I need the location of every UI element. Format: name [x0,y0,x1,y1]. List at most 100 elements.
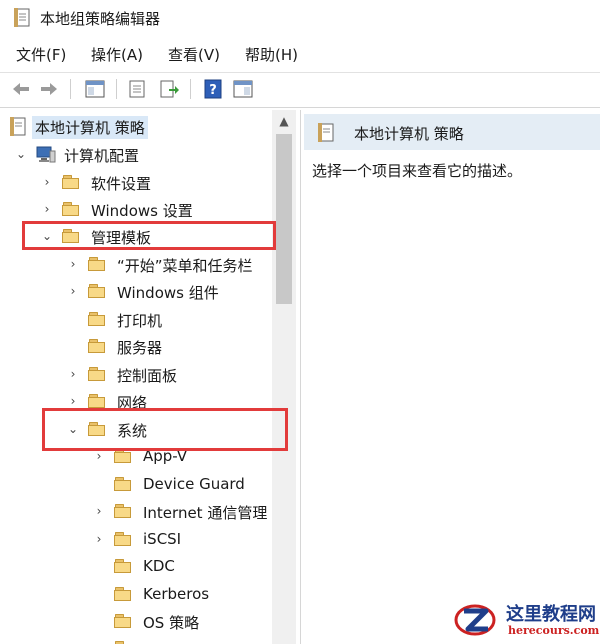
computer-icon [36,145,56,163]
tree-label: 服务器 [117,339,163,357]
tree-label: Kerberos [143,585,210,603]
folder-icon [62,200,82,218]
tree-item-system[interactable]: ⌄ 系统 [0,417,272,443]
tree-label: Windows 设置 [91,202,193,220]
chevron-right-icon[interactable]: › [66,283,80,299]
chevron-right-icon[interactable]: › [92,448,106,464]
help-icon[interactable]: ? [202,78,224,100]
back-icon[interactable] [10,78,32,100]
show-hide-tree-icon[interactable] [84,78,106,100]
folder-icon [114,612,134,630]
watermark-name: 这里教程网 [506,604,596,625]
folder-icon [88,282,108,300]
folder-icon [114,557,134,575]
chevron-right-icon[interactable]: › [92,531,106,547]
folder-icon [88,337,108,355]
folder-icon [114,639,134,644]
tree-item-computer-config[interactable]: ⌄ 计算机配置 [0,142,272,168]
chevron-right-icon[interactable]: › [66,366,80,382]
window-title: 本地组策略编辑器 [40,10,161,28]
folder-icon [114,530,134,548]
folder-icon [62,173,82,191]
tree-label: Windows 组件 [117,284,219,302]
chevron-down-icon[interactable]: ⌄ [66,421,80,437]
tree-root[interactable]: 本地计算机 策略 [0,114,272,140]
watermark: 这里教程网 herecours.com [448,597,600,644]
tree-label: “开始”菜单和任务栏 [117,257,253,275]
folder-icon [88,420,108,438]
details-header: 本地计算机 策略 [304,114,600,150]
chevron-right-icon[interactable]: › [66,256,80,272]
scroll-thumb[interactable] [276,134,292,304]
chevron-right-icon[interactable]: › [40,174,54,190]
svg-text:?: ? [209,83,217,98]
details-description: 选择一个项目来查看它的描述。 [312,162,523,180]
tree-label: 网络 [117,394,148,412]
toolbar: ? [0,72,600,108]
folder-icon [88,365,108,383]
menu-bar: 文件(F) 操作(A) 查看(V) 帮助(H) [0,40,600,68]
tree-label: 打印机 [117,312,163,330]
tree-label: 系统 [117,422,148,440]
tree-label: 本地计算机 策略 [32,116,148,139]
tree-item-control-panel[interactable]: › 控制面板 [0,362,272,388]
show-hide-action-pane-icon[interactable] [232,78,254,100]
tree-item-kdc[interactable]: KDC [0,554,272,580]
tree-pane[interactable]: 本地计算机 策略 ⌄ 计算机配置 › 软件设置 › Windows 设置 ⌄ 管… [0,110,301,644]
watermark-logo-icon [454,601,496,639]
chevron-right-icon[interactable]: › [92,503,106,519]
tree-scrollbar[interactable]: ▲ [272,110,296,644]
folder-icon [114,585,134,603]
forward-icon[interactable] [38,78,60,100]
policy-editor-icon [14,8,32,32]
policy-document-icon [10,117,30,136]
folder-icon [114,502,134,520]
tree-label: 管理模板 [91,229,152,247]
tree-item-os-policy[interactable]: OS 策略 [0,609,272,635]
details-title: 本地计算机 策略 [354,125,464,143]
title-bar: 本地组策略编辑器 [0,0,600,36]
folder-icon [88,392,108,410]
tree-item-internet-comm[interactable]: › Internet 通信管理 [0,499,272,525]
policy-document-icon [318,123,336,147]
scroll-up-arrow-icon[interactable]: ▲ [272,110,296,132]
watermark-url: herecours.com [508,624,600,637]
toolbar-separator [116,79,117,99]
tree-item-software-settings[interactable]: › 软件设置 [0,170,272,196]
tree-item-kerberos[interactable]: Kerberos [0,582,272,608]
tree-label: App-V [143,447,188,465]
menu-help[interactable]: 帮助(H) [245,44,298,65]
tree-item-device-guard[interactable]: Device Guard [0,472,272,498]
menu-file[interactable]: 文件(F) [16,44,66,65]
folder-icon [88,310,108,328]
chevron-down-icon[interactable]: ⌄ [40,228,54,244]
tree-label: Device Guard [143,475,245,493]
tree-item-server[interactable]: 服务器 [0,334,272,360]
tree-item-iscsi[interactable]: › iSCSI [0,527,272,553]
tree-label: KDC [143,557,175,575]
tree-item-partial[interactable] [0,636,272,644]
tree-item-windows-components[interactable]: › Windows 组件 [0,279,272,305]
chevron-right-icon[interactable]: › [40,201,54,217]
tree-item-windows-settings[interactable]: › Windows 设置 [0,197,272,223]
tree-label: 控制面板 [117,367,178,385]
chevron-down-icon[interactable]: ⌄ [14,146,28,162]
tree-label: Internet 通信管理 [143,504,268,522]
folder-icon [88,255,108,273]
folder-icon [114,475,134,493]
toolbar-separator [70,79,71,99]
folder-icon [114,447,134,465]
folder-icon [62,227,82,245]
tree-item-start-menu[interactable]: › “开始”菜单和任务栏 [0,252,272,278]
tree-item-admin-templates[interactable]: ⌄ 管理模板 [0,224,272,250]
export-list-icon[interactable] [158,78,180,100]
toolbar-separator [190,79,191,99]
tree-item-network[interactable]: › 网络 [0,389,272,415]
properties-icon[interactable] [126,78,148,100]
tree-label: OS 策略 [143,614,200,632]
menu-action[interactable]: 操作(A) [91,44,143,65]
tree-item-printers[interactable]: 打印机 [0,307,272,333]
chevron-right-icon[interactable]: › [66,393,80,409]
menu-view[interactable]: 查看(V) [168,44,220,65]
tree-item-app-v[interactable]: › App-V [0,444,272,470]
